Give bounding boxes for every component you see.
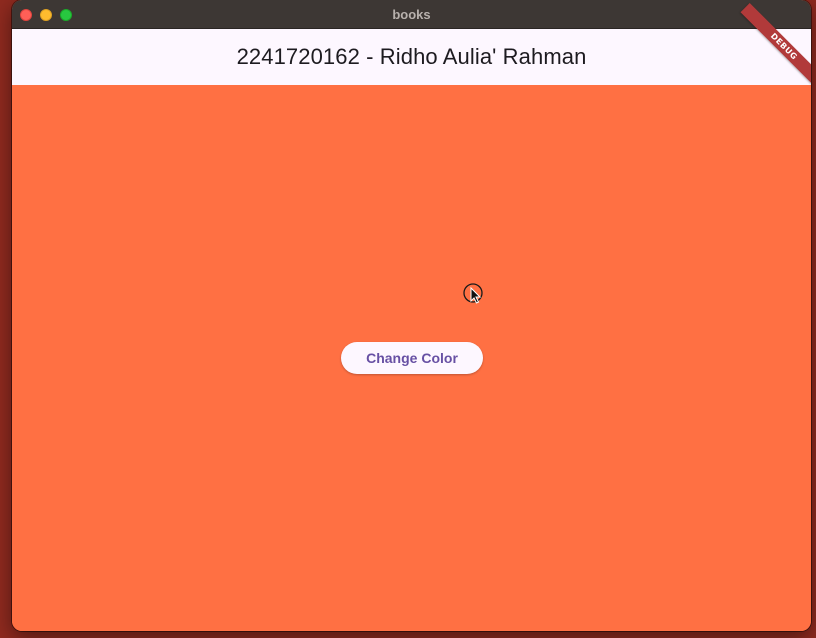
change-color-button[interactable]: Change Color xyxy=(341,342,483,374)
window-title: books xyxy=(392,7,431,22)
page-title: 2241720162 - Ridho Aulia' Rahman xyxy=(236,44,587,69)
app-bar: 2241720162 - Ridho Aulia' Rahman xyxy=(12,29,811,85)
mouse-pointer-icon xyxy=(463,283,483,304)
app-window: books 2241720162 - Ridho Aulia' Rahman D… xyxy=(12,0,811,631)
main-content: Change Color xyxy=(12,85,811,631)
window-titlebar[interactable]: books xyxy=(12,0,811,29)
